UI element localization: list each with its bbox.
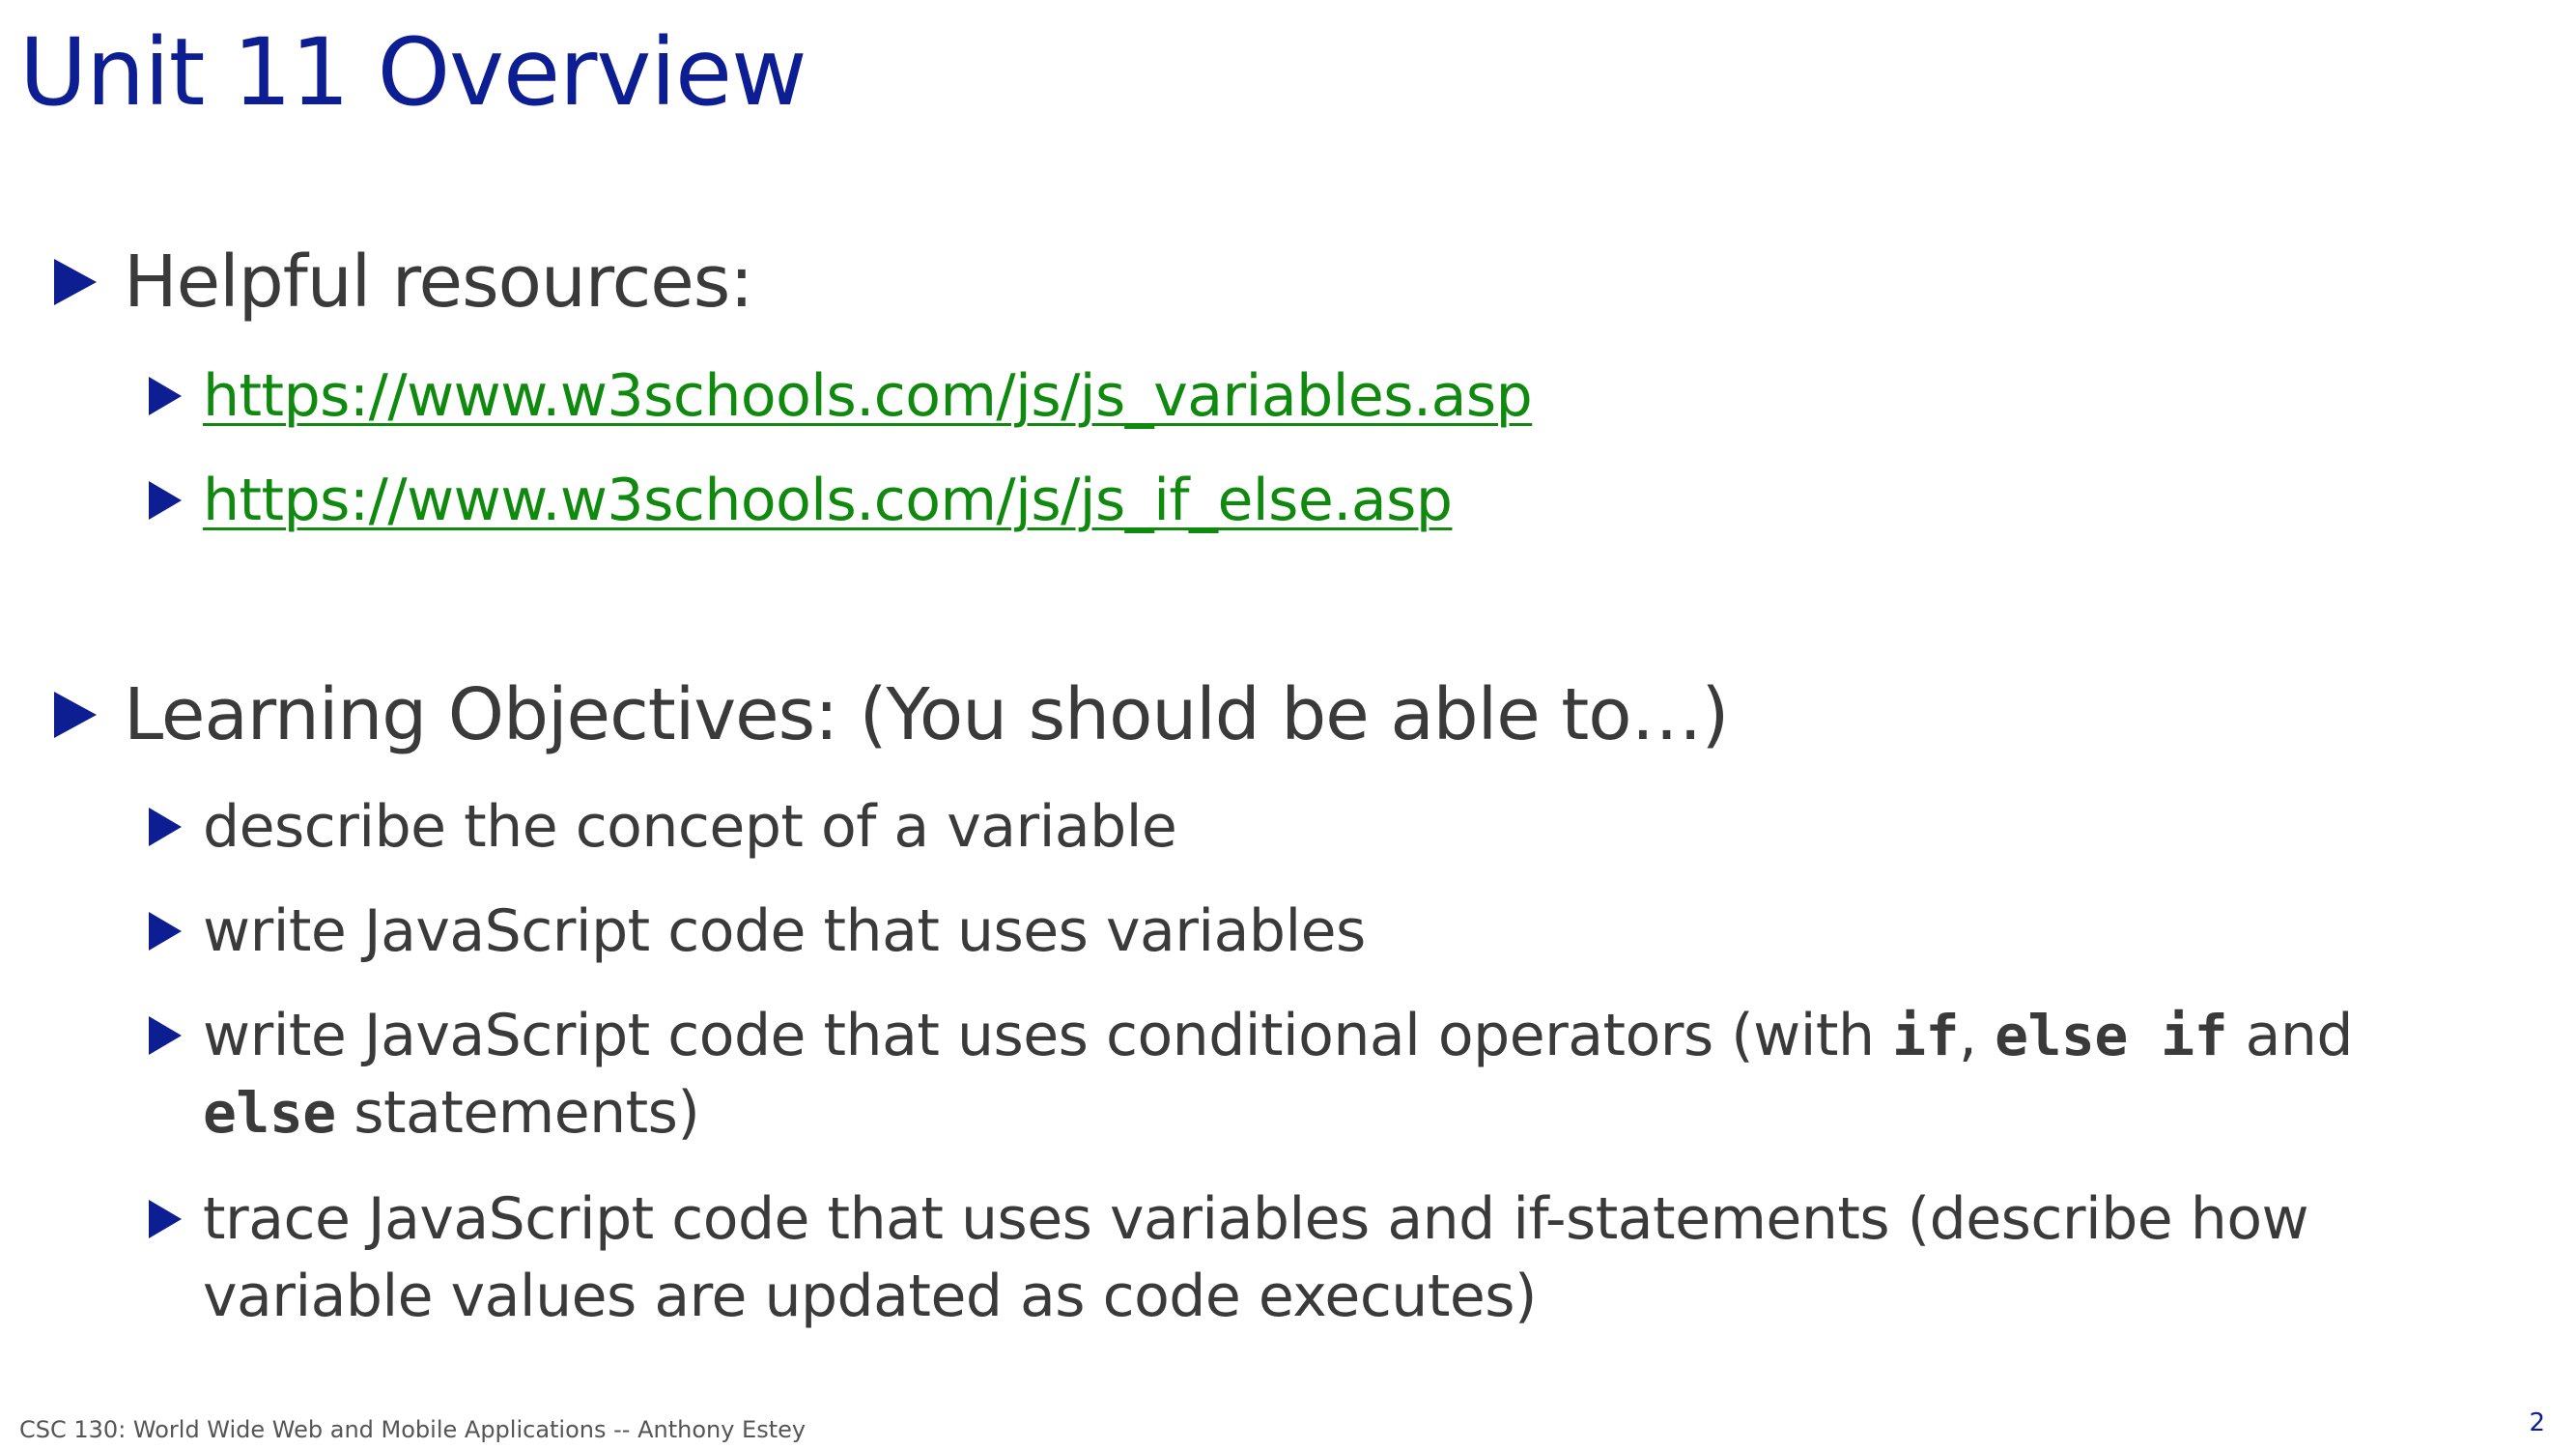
objective-text-part: ,: [1958, 1002, 1996, 1069]
objective-text: describe the concept of a variable: [203, 793, 1177, 861]
page-number: 2: [2529, 1408, 2545, 1437]
resources-bullet: Helpful resources:: [54, 236, 753, 328]
triangle-right-icon: [149, 1016, 182, 1055]
triangle-right-icon: [54, 259, 97, 305]
resource-link-item: https://www.w3schools.com/js/js_variable…: [149, 357, 2482, 435]
objective-text: write JavaScript code that uses variable…: [203, 897, 1366, 965]
objective-text: trace JavaScript code that uses variable…: [203, 1185, 2309, 1330]
triangle-right-icon: [149, 481, 182, 520]
objectives-bullet: Learning Objectives: (You should be able…: [54, 668, 1729, 761]
triangle-right-icon: [149, 808, 182, 846]
resources-heading: Helpful resources:: [124, 241, 753, 324]
objective-item: write JavaScript code that uses variable…: [149, 893, 2482, 970]
objectives-heading: Learning Objectives: (You should be able…: [124, 673, 1729, 756]
objective-text-part: and: [2227, 1002, 2354, 1069]
slide-footer: CSC 130: World Wide Web and Mobile Appli…: [19, 1416, 807, 1443]
objective-item: describe the concept of a variable: [149, 788, 2482, 866]
code-keyword-if: if: [1892, 1003, 1959, 1068]
resource-link-if-else[interactable]: https://www.w3schools.com/js/js_if_else.…: [203, 462, 2482, 539]
objective-item: trace JavaScript code that uses variable…: [149, 1180, 2482, 1335]
triangle-right-icon: [149, 1200, 182, 1238]
objective-text-part: write JavaScript code that uses conditio…: [203, 1002, 1893, 1069]
objective-text-part: statements): [335, 1079, 700, 1147]
code-keyword-else-if: else if: [1995, 1003, 2227, 1068]
objective-item: write JavaScript code that uses conditio…: [149, 997, 2482, 1151]
triangle-right-icon: [149, 912, 182, 951]
resource-link-item: https://www.w3schools.com/js/js_if_else.…: [149, 462, 2482, 539]
triangle-right-icon: [54, 692, 97, 738]
resource-link-variables[interactable]: https://www.w3schools.com/js/js_variable…: [203, 357, 2482, 435]
objective-text: write JavaScript code that uses conditio…: [203, 997, 2482, 1151]
slide-title: Unit 11 Overview: [19, 18, 807, 127]
triangle-right-icon: [149, 377, 182, 415]
code-keyword-else: else: [203, 1080, 336, 1146]
